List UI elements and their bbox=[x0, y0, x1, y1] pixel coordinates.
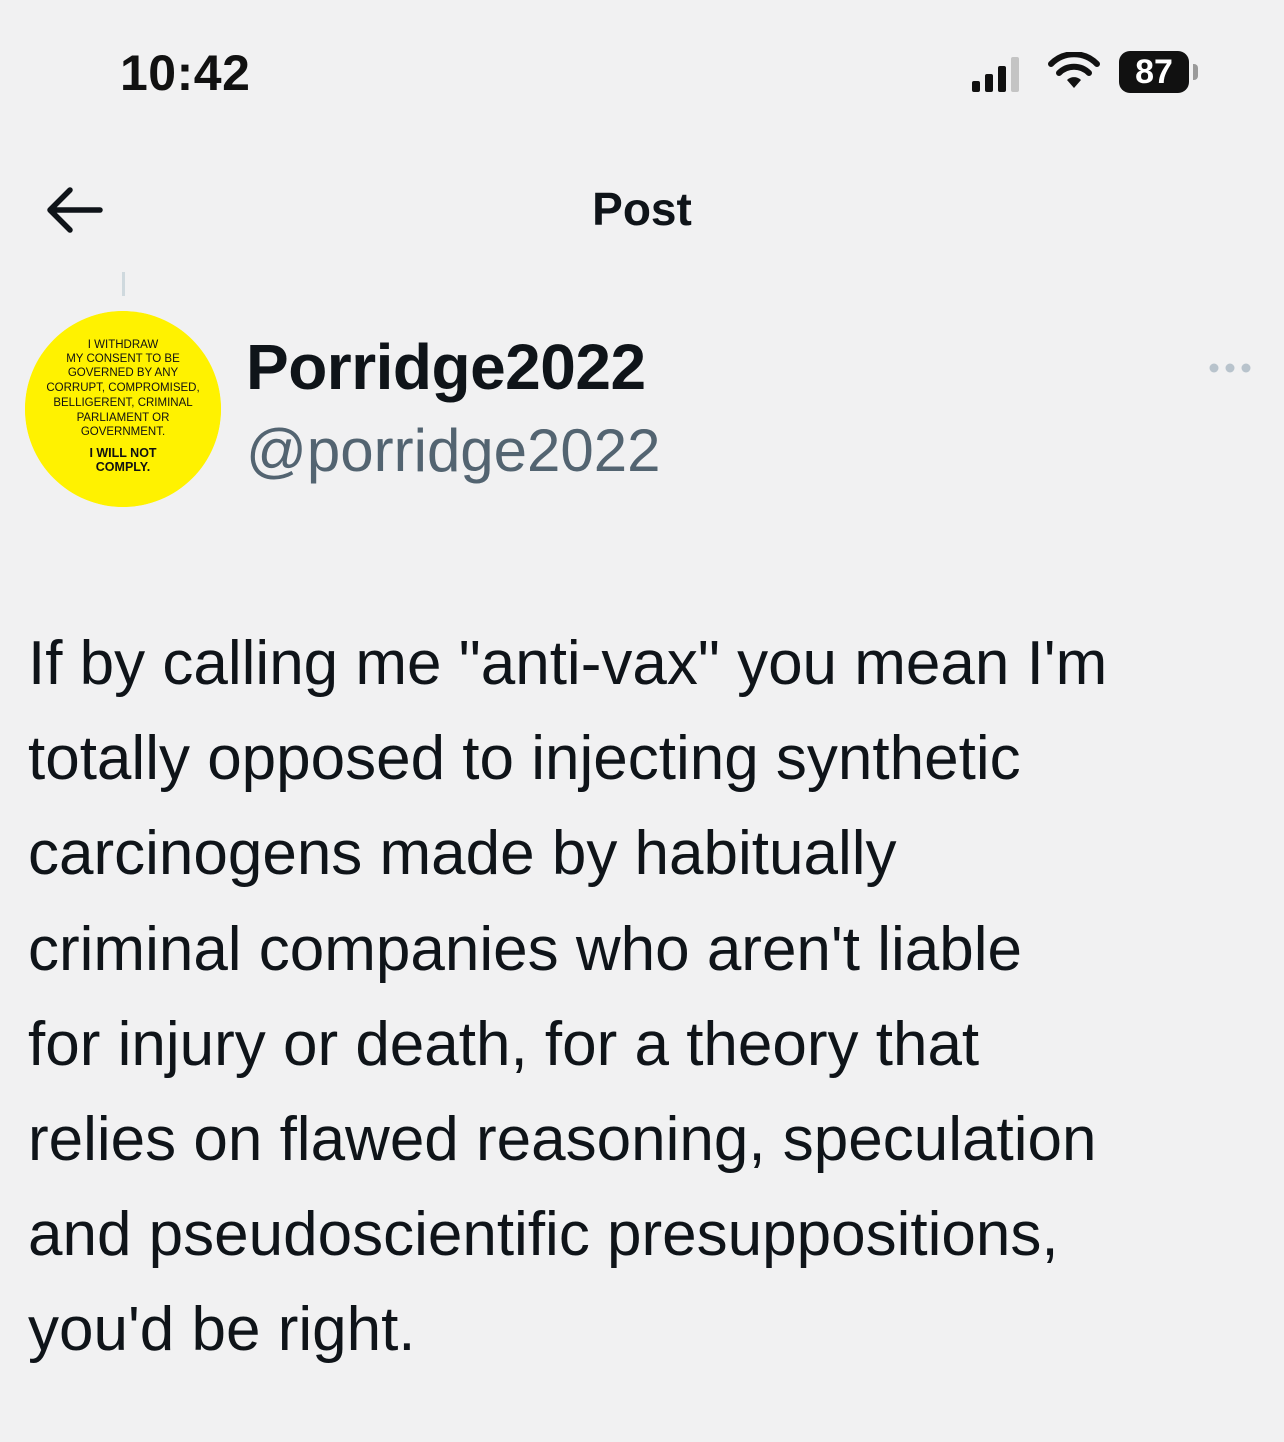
avatar-line-2: MY CONSENT TO BE bbox=[66, 353, 180, 365]
user-handle[interactable]: @porridge2022 bbox=[246, 416, 661, 485]
avatar-line-5: BELLIGERENT, CRIMINAL bbox=[53, 397, 193, 409]
avatar-line-7: GOVERNMENT. bbox=[81, 426, 165, 438]
avatar-line-9: COMPLY. bbox=[96, 460, 150, 474]
status-bar: 10:42 87 bbox=[0, 0, 1284, 150]
avatar-line-8: I WILL NOT bbox=[89, 446, 156, 460]
thread-line bbox=[122, 272, 125, 296]
cellular-signal-icon bbox=[972, 57, 1019, 92]
battery-nub bbox=[1193, 64, 1198, 80]
avatar-sticker: I WITHDRAW MY CONSENT TO BE GOVERNED BY … bbox=[25, 311, 221, 507]
more-dots-icon bbox=[1209, 363, 1251, 373]
avatar-line-6: PARLIAMENT OR bbox=[77, 412, 170, 424]
avatar-line-1: I WITHDRAW bbox=[88, 339, 159, 351]
display-name[interactable]: Porridge2022 bbox=[246, 330, 646, 404]
avatar[interactable]: I WITHDRAW MY CONSENT TO BE GOVERNED BY … bbox=[25, 311, 221, 507]
more-options-button[interactable] bbox=[1204, 350, 1256, 386]
battery-level: 87 bbox=[1135, 53, 1173, 91]
status-time: 10:42 bbox=[120, 45, 251, 101]
post-text: If by calling me "anti-vax" you mean I'm… bbox=[28, 629, 1108, 1365]
post-header: Post bbox=[0, 150, 1284, 270]
avatar-line-3: GOVERNED BY ANY bbox=[68, 367, 179, 379]
battery-indicator: 87 bbox=[1119, 51, 1189, 93]
wifi-icon bbox=[1048, 52, 1100, 88]
avatar-line-4: CORRUPT, COMPROMISED, bbox=[46, 382, 199, 394]
page-title: Post bbox=[592, 183, 692, 235]
